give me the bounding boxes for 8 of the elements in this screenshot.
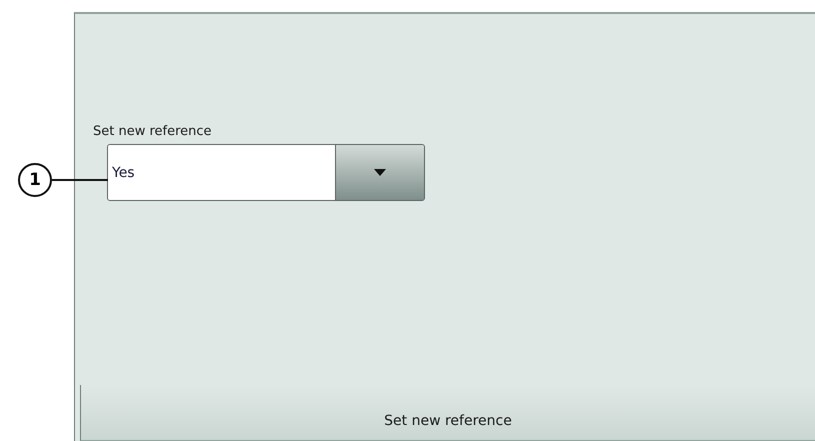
field-label: Set new reference: [93, 124, 213, 139]
leader-line: [52, 179, 108, 181]
caret-icon: [374, 169, 386, 176]
dropdown-value: Yes: [108, 145, 336, 200]
callout-number: 1: [18, 163, 52, 197]
set-reference-button[interactable]: Set new reference: [80, 385, 815, 441]
dropdown[interactable]: Yes: [107, 144, 425, 201]
dropdown-button[interactable]: [336, 145, 424, 200]
